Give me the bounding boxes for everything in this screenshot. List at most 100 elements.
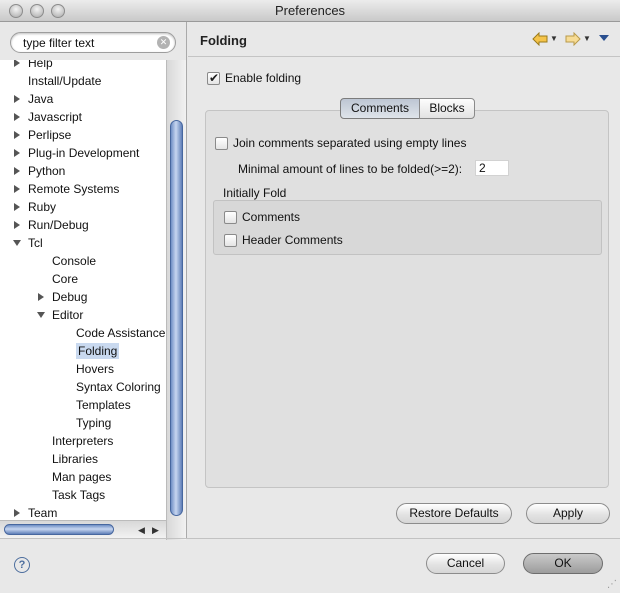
tree-item-plug-in-development[interactable]: Plug-in Development xyxy=(14,144,140,162)
apply-button[interactable]: Apply xyxy=(526,503,610,524)
expand-triangle-icon[interactable] xyxy=(38,293,44,301)
tree-item-label: Hovers xyxy=(76,362,115,376)
tree-item-javascript[interactable]: Javascript xyxy=(14,108,83,126)
expand-triangle-icon[interactable] xyxy=(14,509,20,517)
tree-item-label: Task Tags xyxy=(52,488,106,502)
collapse-triangle-icon[interactable] xyxy=(37,312,45,318)
initially-fold-label: Initially Fold xyxy=(223,186,287,200)
tree-item-label: Syntax Coloring xyxy=(76,380,161,394)
tree-item-label: Console xyxy=(52,254,97,268)
preference-navigation-pane: ✕ Help Install/Update Java Javascript Perlip… xyxy=(0,22,187,540)
tree-item-label: Tcl xyxy=(28,236,43,250)
tree-item-editor[interactable]: Editor xyxy=(37,306,84,324)
tree-item-typing[interactable]: Typing xyxy=(76,414,111,432)
cancel-button[interactable]: Cancel xyxy=(426,553,505,574)
tree-item-java[interactable]: Java xyxy=(14,90,54,108)
min-lines-label: Minimal amount of lines to be folded(>=2… xyxy=(238,162,463,176)
tree-item-ruby[interactable]: Ruby xyxy=(14,198,56,216)
restore-defaults-button[interactable]: Restore Defaults xyxy=(396,503,512,524)
expand-triangle-icon[interactable] xyxy=(14,203,20,211)
min-lines-input[interactable]: 2 xyxy=(475,160,509,176)
preference-page: Folding ▼ ▼ Enable folding Comments Bloc… xyxy=(188,22,620,538)
expand-triangle-icon[interactable] xyxy=(14,167,20,175)
ok-button[interactable]: OK xyxy=(523,553,603,574)
tree-item-task-tags[interactable]: Task Tags xyxy=(52,486,105,504)
expand-triangle-icon[interactable] xyxy=(14,185,20,193)
tree-item-label: Debug xyxy=(52,290,88,304)
tree-item-interpreters[interactable]: Interpreters xyxy=(52,432,113,450)
tree-item-hovers[interactable]: Hovers xyxy=(76,360,114,378)
filter-area: ✕ xyxy=(0,22,186,60)
tree-item-label: Java xyxy=(28,92,54,106)
tree-item-run-debug[interactable]: Run/Debug xyxy=(14,216,89,234)
expand-triangle-icon[interactable] xyxy=(14,60,20,67)
tree-item-libraries[interactable]: Libraries xyxy=(52,450,98,468)
tree-item-help[interactable]: Help xyxy=(14,60,53,72)
expand-triangle-icon[interactable] xyxy=(14,113,20,121)
tree-item-syntax-coloring[interactable]: Syntax Coloring xyxy=(76,378,161,396)
expand-triangle-icon[interactable] xyxy=(14,131,20,139)
back-arrow-icon[interactable] xyxy=(532,31,548,49)
preferences-window: Preferences ✕ Help Install/Update Java Java… xyxy=(0,0,620,593)
tree-item-debug[interactable]: Debug xyxy=(38,288,88,306)
tree-horizontal-scrollbar[interactable]: ◀ ▶ xyxy=(0,520,166,538)
tree-item-label: Team xyxy=(28,506,58,520)
fold-comments-row[interactable]: Comments xyxy=(224,209,300,225)
horizontal-scroll-thumb[interactable] xyxy=(4,524,114,535)
tree-item-tcl[interactable]: Tcl xyxy=(13,234,43,252)
fold-comments-checkbox[interactable] xyxy=(224,211,237,225)
title-bar: Preferences xyxy=(0,0,620,22)
resize-grip-icon[interactable]: ⋰ xyxy=(607,580,617,590)
tree-item-label: Javascript xyxy=(28,110,83,124)
tab-comments[interactable]: Comments xyxy=(340,98,420,119)
tree-item-label: Libraries xyxy=(52,452,99,466)
view-menu-icon[interactable] xyxy=(598,32,610,47)
tree-item-label: Folding xyxy=(76,343,120,359)
window-title: Preferences xyxy=(274,3,346,18)
forward-arrow-icon[interactable] xyxy=(565,31,581,49)
tree-item-label: Editor xyxy=(52,308,84,322)
dialog-button-separator xyxy=(0,538,620,539)
collapse-triangle-icon[interactable] xyxy=(13,240,21,246)
tree-item-label: Plug-in Development xyxy=(28,146,140,160)
scroll-right-arrow-icon[interactable]: ▶ xyxy=(152,525,159,536)
join-comments-row[interactable]: Join comments separated using empty line… xyxy=(215,135,466,151)
tree-item-label: Code Assistance xyxy=(76,326,166,340)
tree-item-templates[interactable]: Templates xyxy=(76,396,131,414)
tree-vertical-scrollbar[interactable] xyxy=(166,60,186,540)
header-separator xyxy=(188,56,620,57)
clear-filter-icon[interactable]: ✕ xyxy=(157,36,170,49)
tree-item-python[interactable]: Python xyxy=(14,162,65,180)
expand-triangle-icon[interactable] xyxy=(14,149,20,157)
tree-item-label: Install/Update xyxy=(28,74,102,88)
tree-item-install-update[interactable]: Install/Update xyxy=(28,72,101,90)
vertical-scroll-thumb[interactable] xyxy=(170,120,183,516)
tree-item-core[interactable]: Core xyxy=(52,270,78,288)
tree-item-code-assistance[interactable]: Code Assistance xyxy=(76,324,165,342)
page-title: Folding xyxy=(200,33,247,48)
tree-item-console[interactable]: Console xyxy=(52,252,96,270)
enable-folding-row[interactable]: Enable folding xyxy=(207,70,301,86)
tab-blocks[interactable]: Blocks xyxy=(419,98,475,119)
forward-history-dropdown-icon[interactable]: ▼ xyxy=(583,34,591,43)
scroll-left-arrow-icon[interactable]: ◀ xyxy=(138,525,145,536)
fold-header-comments-checkbox[interactable] xyxy=(224,234,237,248)
filter-input[interactable] xyxy=(23,35,158,50)
fold-header-comments-label: Header Comments xyxy=(242,233,343,247)
tree-item-folding[interactable]: Folding xyxy=(76,342,120,360)
expand-triangle-icon[interactable] xyxy=(14,221,20,229)
filter-field[interactable]: ✕ xyxy=(10,32,176,53)
join-comments-checkbox[interactable] xyxy=(215,137,228,151)
tree-item-label: Templates xyxy=(76,398,131,412)
fold-header-comments-row[interactable]: Header Comments xyxy=(224,232,343,248)
enable-folding-checkbox[interactable] xyxy=(207,70,220,86)
back-history-dropdown-icon[interactable]: ▼ xyxy=(550,34,558,43)
tree-item-man-pages[interactable]: Man pages xyxy=(52,468,111,486)
tree-item-perlipse[interactable]: Perlipse xyxy=(14,126,71,144)
tree-item-remote-systems[interactable]: Remote Systems xyxy=(14,180,119,198)
expand-triangle-icon[interactable] xyxy=(14,95,20,103)
tree-item-team[interactable]: Team xyxy=(14,504,58,520)
tree-item-label: Run/Debug xyxy=(28,218,89,232)
join-comments-label: Join comments separated using empty line… xyxy=(233,136,467,150)
help-icon[interactable]: ? xyxy=(14,557,30,573)
